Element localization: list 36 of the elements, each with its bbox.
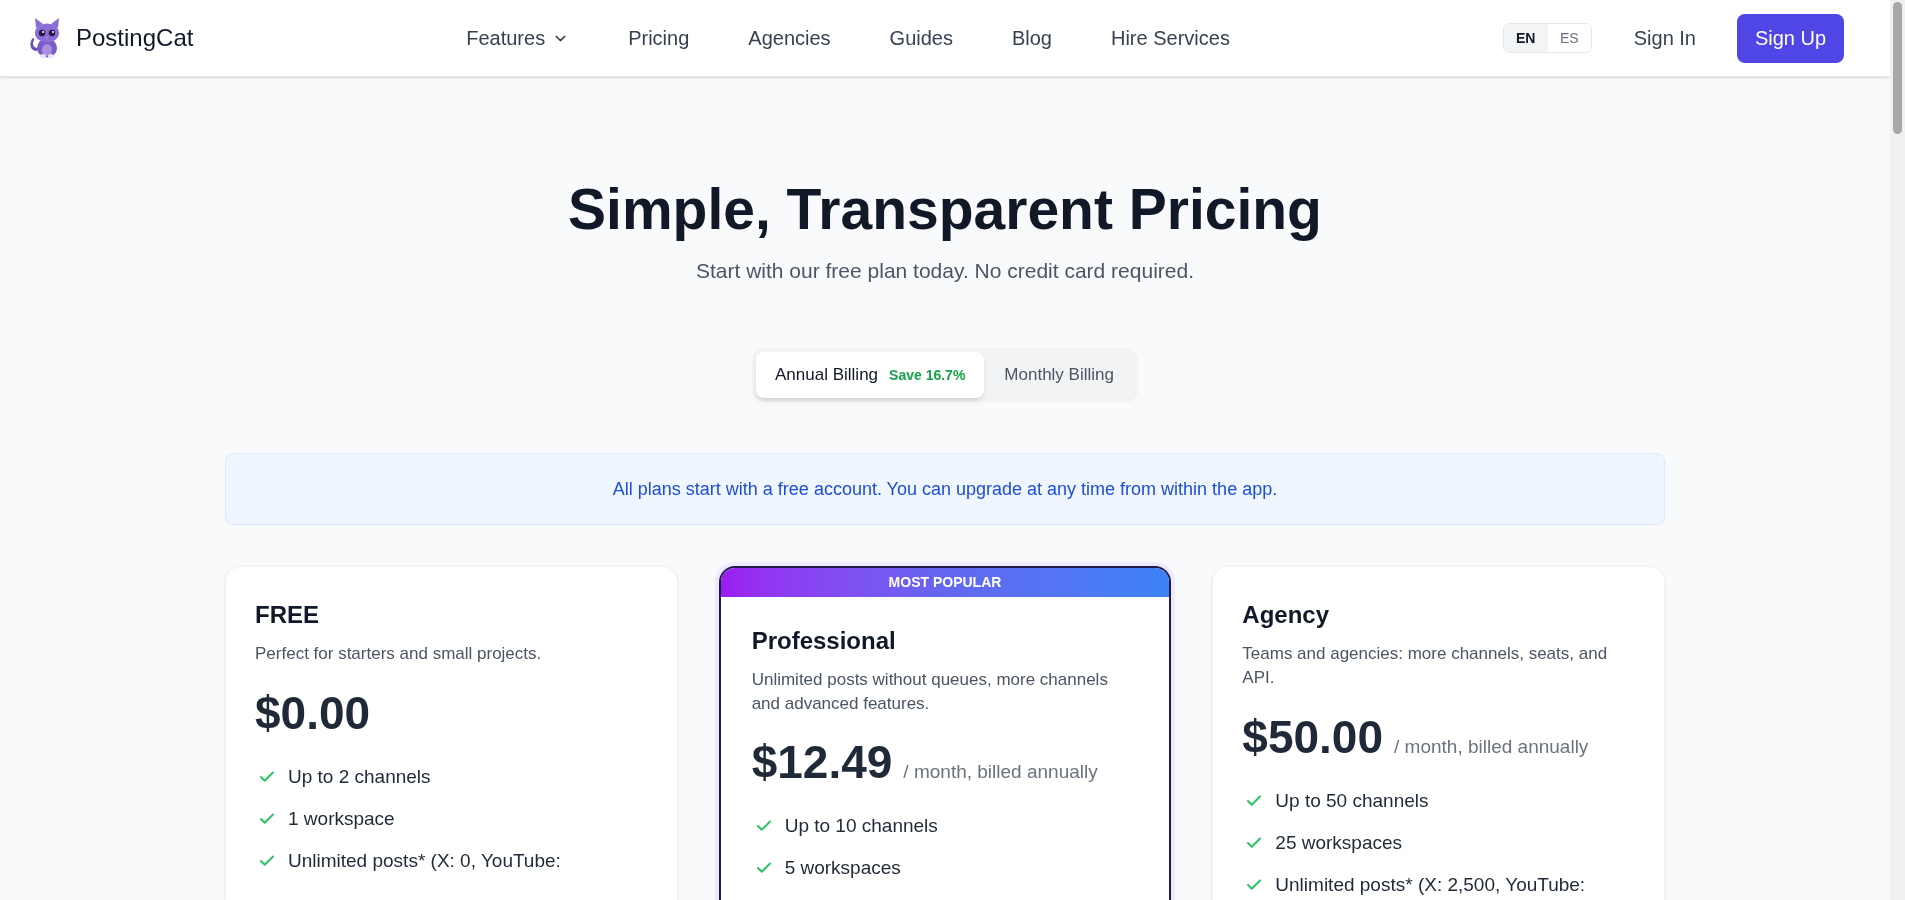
scrollbar-thumb[interactable] <box>1893 2 1902 134</box>
billing-period: / month, billed annually <box>1394 735 1589 759</box>
nav-link[interactable]: Hire Services <box>1111 23 1230 53</box>
feature-text: Unlimited posts* (X: 2,500, YouTube: <box>1275 873 1586 897</box>
plan-name: Agency <box>1242 600 1330 630</box>
feature-text: 25 workspaces <box>1275 831 1403 855</box>
feature-text: Unlimited posts* (X: 0, YouTube: <box>288 849 561 873</box>
sign-up-button[interactable]: Sign Up <box>1737 13 1844 63</box>
plan-price: $50.00 <box>1242 710 1384 765</box>
billing-period: / month, billed annually <box>903 760 1098 784</box>
plan-description: Perfect for starters and small projects. <box>255 643 543 665</box>
language-option[interactable]: EN <box>1503 24 1548 52</box>
nav-dropdown[interactable]: Features <box>466 23 570 53</box>
feature-text: Up to 10 channels <box>784 814 938 838</box>
feature-text: 1 workspace <box>288 807 395 831</box>
plan-price: $0.00 <box>255 686 371 741</box>
billing-tab[interactable]: Monthly Billing <box>984 352 1134 398</box>
plan-price: $12.49 <box>751 735 893 790</box>
feature-text: 5 workspaces <box>784 856 901 880</box>
nav-link[interactable]: Blog <box>1011 23 1052 53</box>
nav-link[interactable]: Pricing <box>628 23 690 53</box>
plan-description: Teams and agencies: more channels, seats, and API. <box>1242 643 1609 689</box>
feature-text: Up to 2 channels <box>288 765 431 789</box>
notice-banner: All plans start with a free account. You can upgrade at any time from within the app. <box>225 453 1665 525</box>
plan-name: FREE <box>255 600 319 630</box>
billing-tab[interactable]: Annual Billing Save 16.7% <box>756 352 985 398</box>
plan-description: Unlimited posts without queues, more channels and advanced features. <box>751 669 1109 715</box>
plan-name: Professional <box>751 626 896 656</box>
most-popular-ribbon: MOST POPULAR <box>720 568 1170 597</box>
discount-label: Save 16.7% <box>889 365 966 385</box>
sign-in-link[interactable]: Sign In <box>1633 23 1696 53</box>
nav-link[interactable]: Guides <box>889 23 953 53</box>
nav-link[interactable]: Agencies <box>748 23 831 53</box>
brand-name[interactable]: PostingCat <box>76 20 194 56</box>
feature-text: Up to 50 channels <box>1275 789 1429 813</box>
page-subtitle: Start with our free plan today. No credit card required. <box>696 258 1194 284</box>
